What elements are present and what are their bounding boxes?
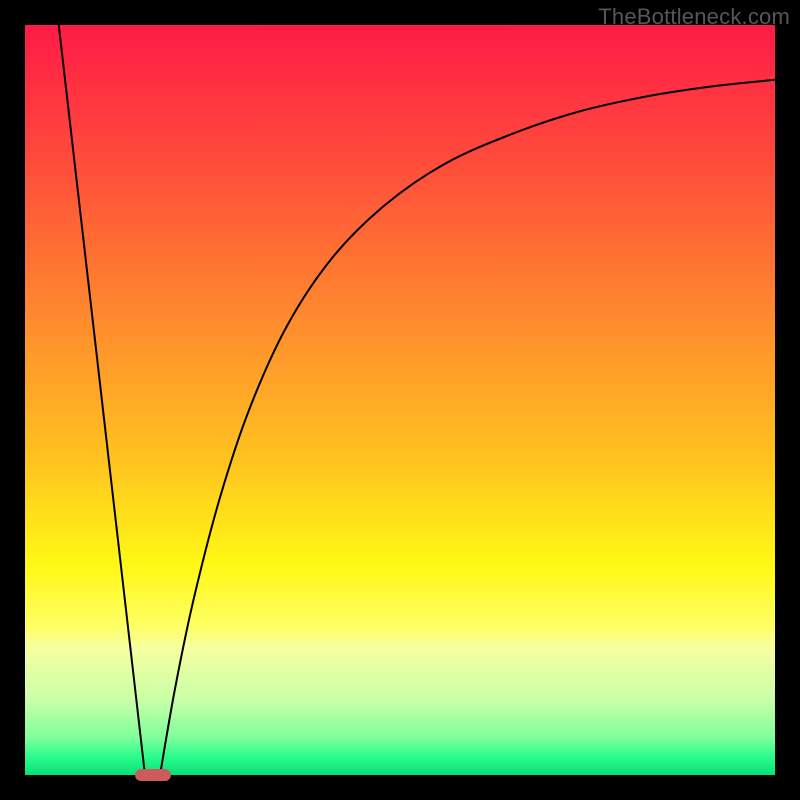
watermark-text: TheBottleneck.com xyxy=(598,4,790,30)
floor-marker xyxy=(135,769,171,781)
chart-frame: TheBottleneck.com xyxy=(0,0,800,800)
chart-plot-area xyxy=(25,25,775,775)
chart-background xyxy=(25,25,775,775)
